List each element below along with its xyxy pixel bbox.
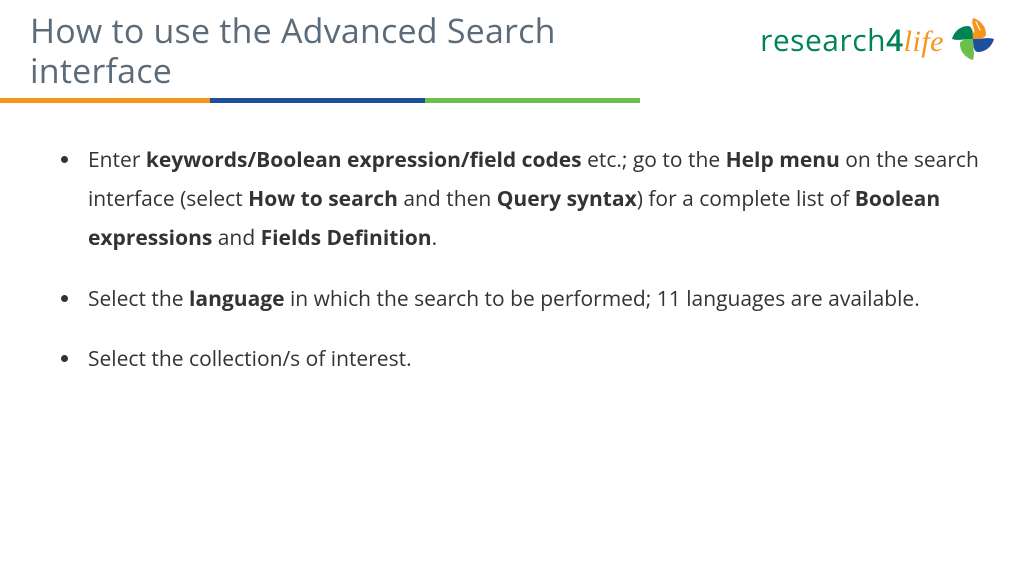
text-run: Enter (88, 146, 146, 174)
logo-text: research4life (760, 19, 944, 60)
page-title: How to use the Advanced Search interface (30, 10, 670, 90)
rule-segment-green (425, 98, 640, 103)
list-item: Enter keywords/Boolean expression/field … (82, 141, 990, 258)
header: How to use the Advanced Search interface… (0, 0, 1024, 105)
list-item: Select the language in which the search … (82, 280, 990, 319)
body: Enter keywords/Boolean expression/field … (0, 105, 1024, 379)
bold-run: language (189, 285, 285, 313)
text-run: in which the search to be performed; 11 … (285, 285, 920, 313)
text-run: Select the (88, 285, 189, 313)
bold-run: Fields Definition (261, 224, 432, 252)
text-run: ) for a complete list of (637, 185, 855, 213)
list-item: Select the collection/s of interest. (82, 340, 990, 379)
logo-word-4: 4 (886, 19, 904, 60)
bold-run: How to search (248, 185, 398, 213)
text-run: . (432, 224, 438, 252)
bullet-list: Enter keywords/Boolean expression/field … (56, 141, 990, 379)
text-run: and then (398, 185, 497, 213)
rule-segment-blue (210, 98, 425, 103)
brand-logo: research4life (760, 16, 996, 62)
bold-run: keywords/Boolean expression/field codes (146, 146, 582, 174)
text-run: and (212, 224, 260, 252)
bold-run: Query syntax (497, 185, 637, 213)
logo-word-research: research (760, 19, 886, 60)
text-run: Select the collection/s of interest. (88, 345, 412, 373)
divider-rule (0, 98, 640, 103)
bold-run: Help menu (726, 146, 840, 174)
slide: How to use the Advanced Search interface… (0, 0, 1024, 576)
logo-mark-icon (950, 16, 996, 62)
logo-word-life: life (904, 25, 944, 58)
rule-segment-orange (0, 98, 210, 103)
text-run: etc.; go to the (582, 146, 726, 174)
